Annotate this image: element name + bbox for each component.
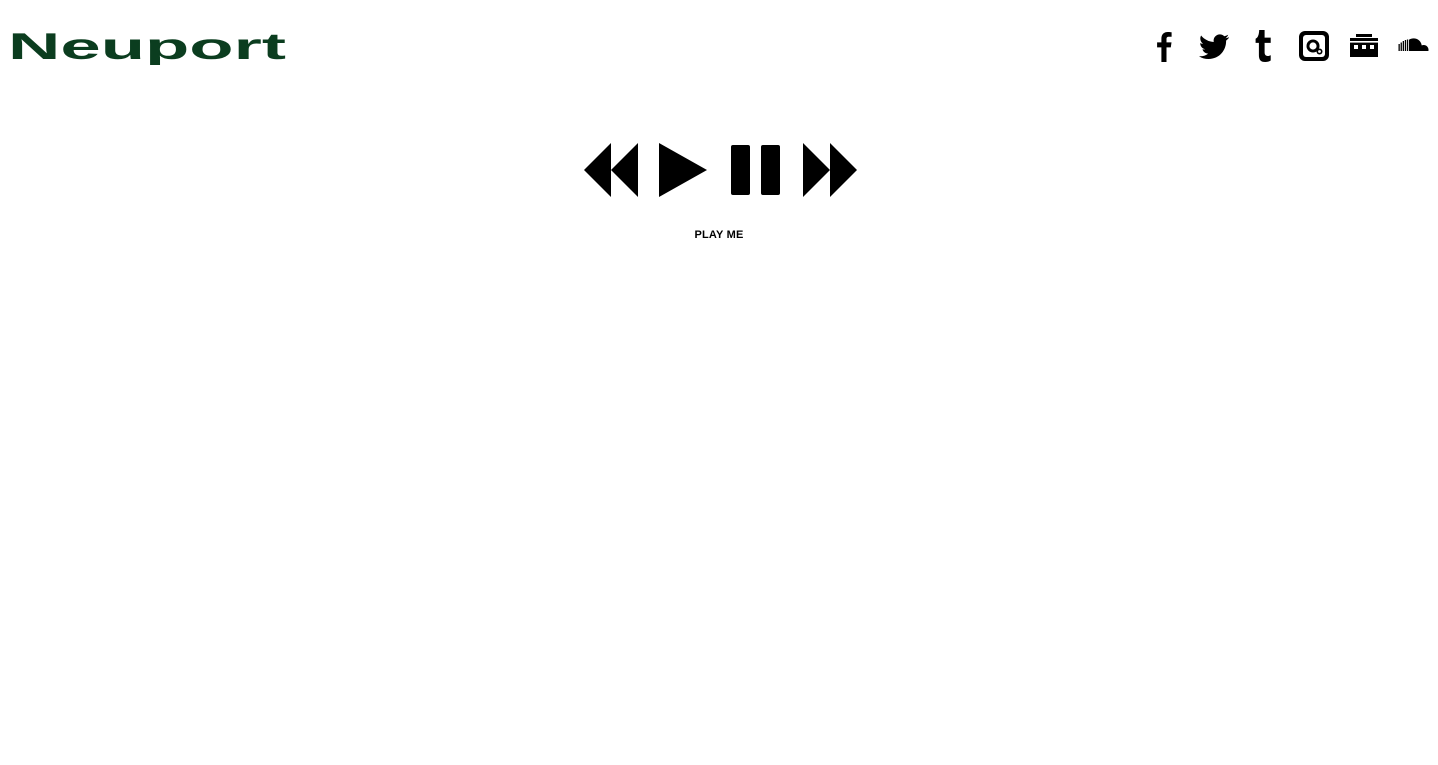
player-controls xyxy=(584,143,860,197)
tumblr-link[interactable] xyxy=(1248,30,1280,62)
bandcamp-icon xyxy=(1350,34,1378,57)
soundcloud-icon xyxy=(1398,38,1429,51)
facebook-link[interactable] xyxy=(1148,30,1180,62)
brand-wordmark: Neuport xyxy=(8,31,286,65)
fast-forward-button[interactable] xyxy=(803,143,858,197)
page: Neuport PLAY ME xyxy=(0,0,1438,765)
pause-button[interactable] xyxy=(729,143,783,197)
fast-forward-icon xyxy=(803,143,857,197)
instagram-icon xyxy=(1299,31,1329,61)
brand-logo: Neuport xyxy=(8,31,286,65)
soundcloud-link[interactable] xyxy=(1398,30,1430,62)
play-icon xyxy=(659,143,707,197)
pause-icon xyxy=(731,145,780,195)
social-links xyxy=(1130,30,1430,62)
twitter-icon xyxy=(1199,34,1230,59)
brand-logo-link[interactable]: Neuport xyxy=(8,31,286,65)
facebook-icon xyxy=(1157,32,1172,62)
tumblr-icon xyxy=(1255,30,1271,62)
rewind-icon xyxy=(584,143,638,197)
bandcamp-link[interactable] xyxy=(1348,30,1380,62)
play-button[interactable] xyxy=(659,143,709,197)
twitter-link[interactable] xyxy=(1198,30,1230,62)
rewind-button[interactable] xyxy=(584,143,640,197)
instagram-link[interactable] xyxy=(1298,30,1330,62)
play-me-caption: PLAY ME xyxy=(694,229,744,241)
